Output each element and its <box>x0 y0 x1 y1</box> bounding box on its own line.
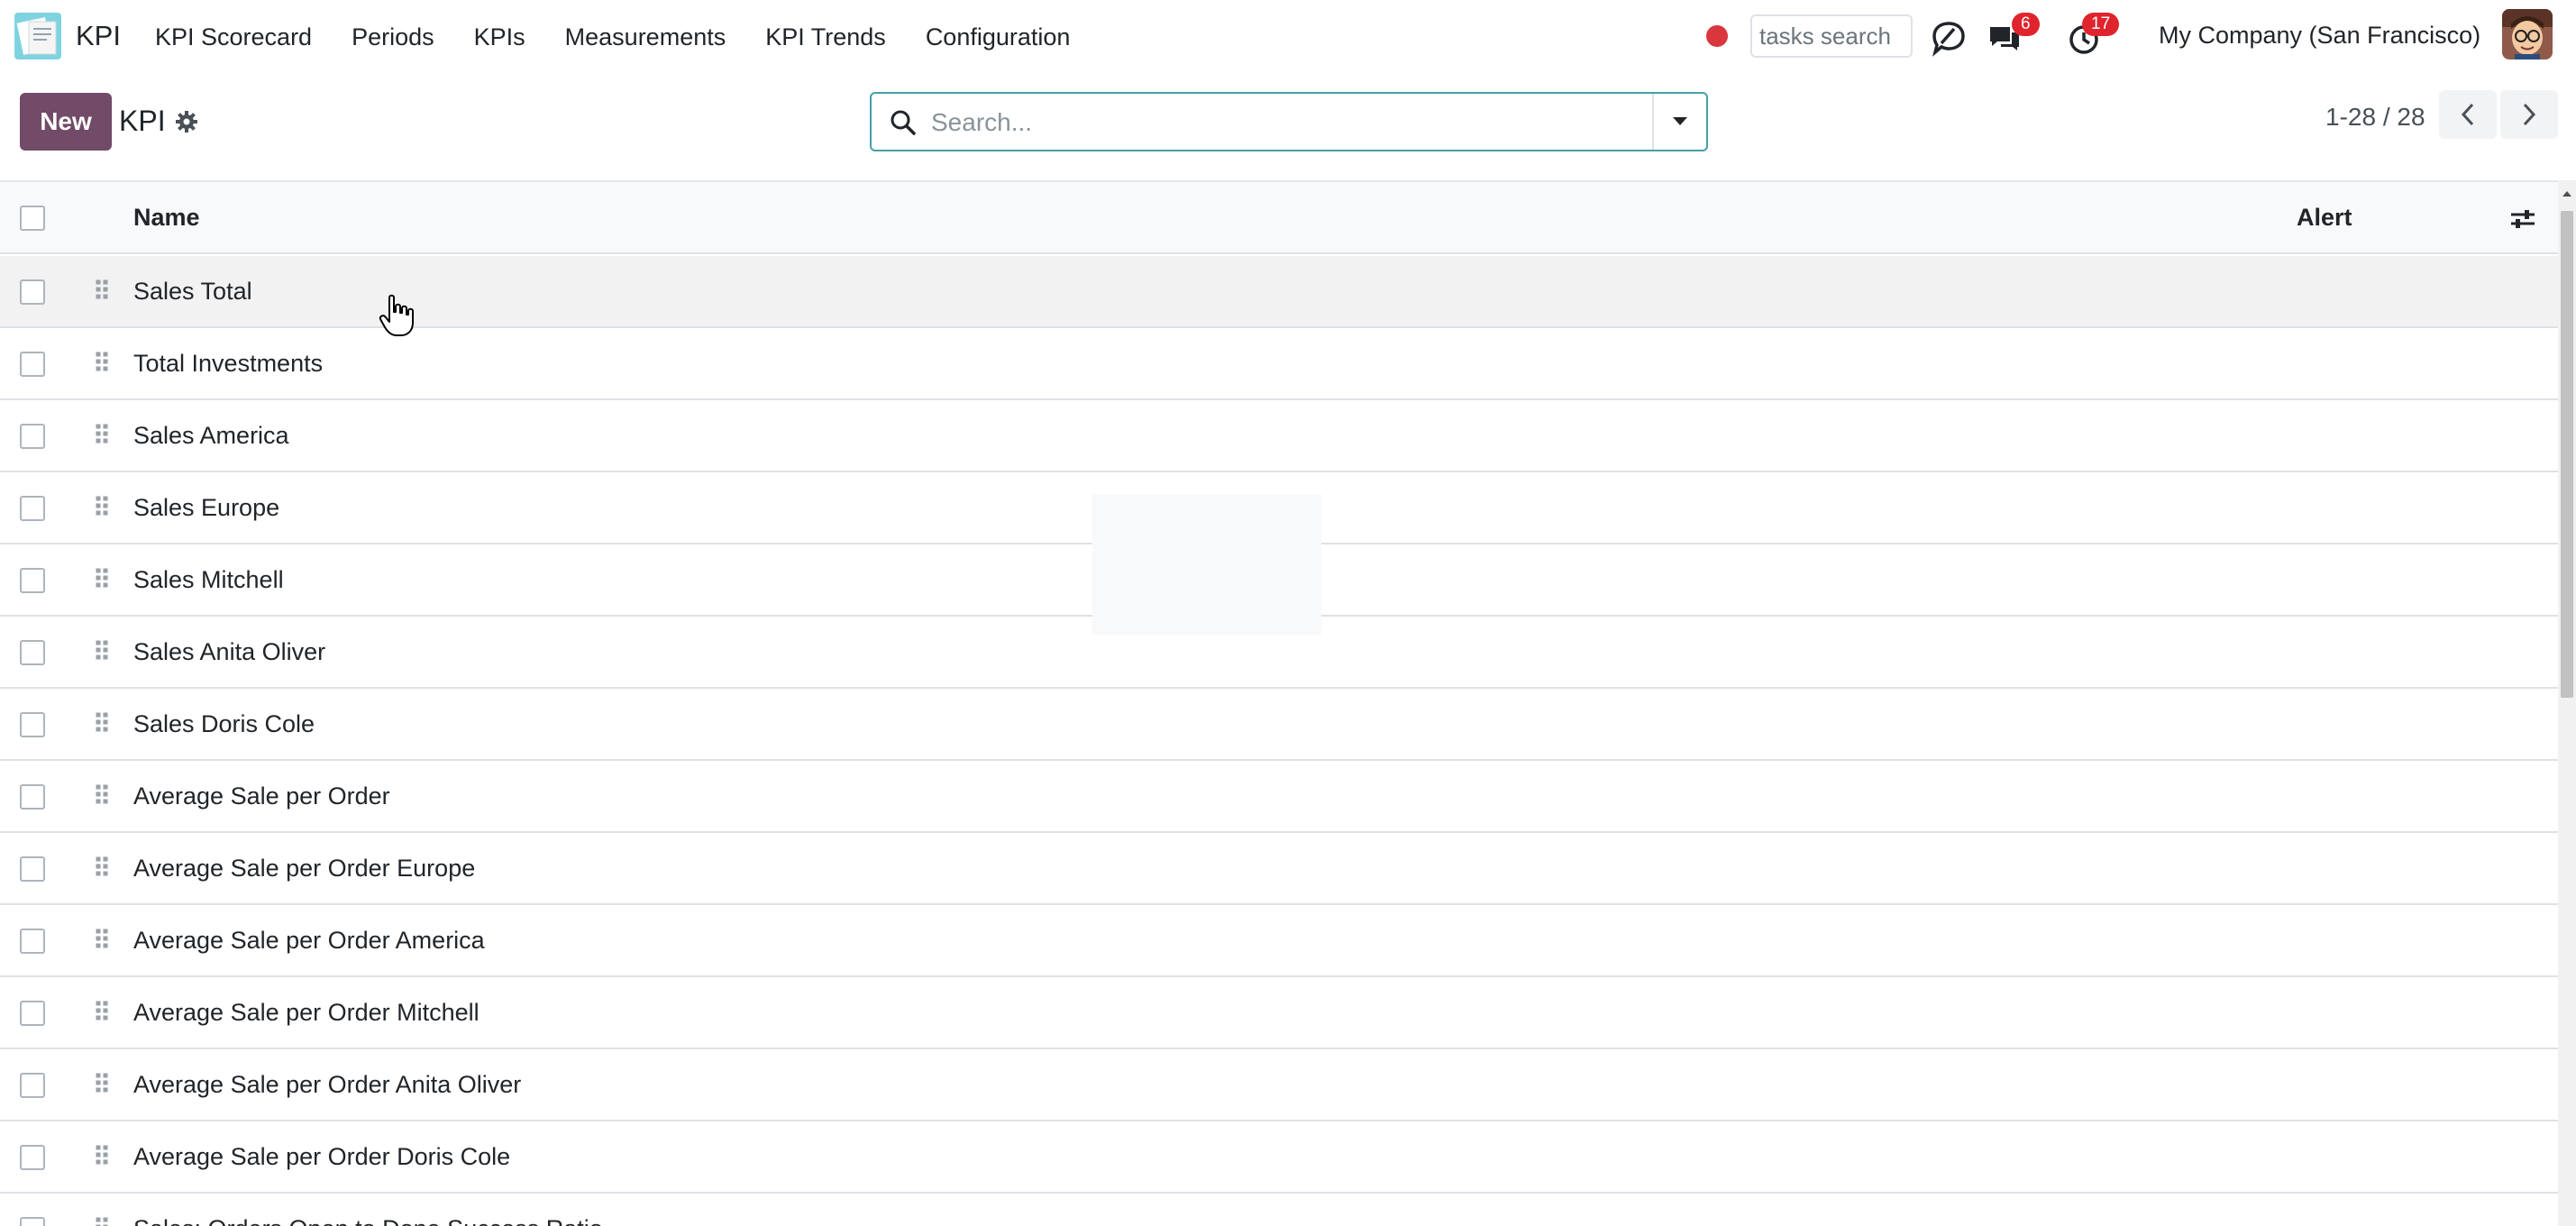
table-row[interactable]: Average Sale per Order Doris Cole <box>0 1121 2558 1194</box>
drag-handle-icon[interactable] <box>96 640 110 665</box>
kpi-list: Name Alert Sales Total Total Investments S… <box>0 180 2558 1226</box>
tasks-search-input[interactable] <box>1750 14 1913 58</box>
table-row[interactable]: Sales: Orders Open to Done Success Ratio <box>0 1194 2558 1226</box>
row-select-checkbox[interactable] <box>20 640 45 665</box>
row-select-checkbox[interactable] <box>20 1073 45 1098</box>
pager-value[interactable]: 1-28 / 28 <box>2325 103 2425 132</box>
row-name-cell[interactable]: Average Sale per Order Anita Oliver <box>133 1071 521 1099</box>
row-select-checkbox[interactable] <box>20 1217 45 1226</box>
app-root: KPI KPI Scorecard Periods KPIs Measureme… <box>0 0 2576 1226</box>
gear-icon[interactable] <box>174 109 199 134</box>
row-select-checkbox[interactable] <box>20 856 45 882</box>
drag-handle-icon[interactable] <box>96 1145 110 1170</box>
menu-periods[interactable]: Periods <box>352 23 434 51</box>
table-row[interactable]: Sales Doris Cole <box>0 689 2558 761</box>
drag-handle-icon[interactable] <box>96 279 110 305</box>
row-name-cell[interactable]: Sales Anita Oliver <box>133 638 325 666</box>
chevron-left-icon <box>2461 103 2474 126</box>
discuss-icon[interactable] <box>1929 18 1969 58</box>
row-select-checkbox[interactable] <box>20 1145 45 1170</box>
optional-columns-icon[interactable] <box>2509 206 2536 233</box>
menu-configuration[interactable]: Configuration <box>926 23 1071 51</box>
drag-handle-icon[interactable] <box>96 352 110 377</box>
drag-handle-icon[interactable] <box>96 1217 110 1226</box>
column-header-name[interactable]: Name <box>133 204 200 232</box>
column-header-alert[interactable]: Alert <box>2297 204 2352 232</box>
record-dot-icon[interactable] <box>1706 25 1728 47</box>
drag-handle-icon[interactable] <box>96 784 110 810</box>
drag-ghost <box>1092 494 1321 635</box>
vertical-scrollbar[interactable] <box>2558 180 2576 1226</box>
menu-measurements[interactable]: Measurements <box>565 23 726 51</box>
caret-down-icon <box>1673 117 1687 125</box>
row-select-checkbox[interactable] <box>20 1001 45 1026</box>
list-header: Name Alert <box>0 182 2558 254</box>
drag-handle-icon[interactable] <box>96 712 110 737</box>
select-all-checkbox[interactable] <box>20 206 45 231</box>
table-row[interactable]: Average Sale per Order Europe <box>0 833 2558 905</box>
table-row[interactable]: Average Sale per Order Mitchell <box>0 977 2558 1049</box>
table-row[interactable]: Average Sale per Order Anita Oliver <box>0 1049 2558 1121</box>
activities-count-badge: 17 <box>2082 13 2120 36</box>
row-select-checkbox[interactable] <box>20 568 45 593</box>
new-record-button[interactable]: New <box>20 93 112 151</box>
table-row[interactable]: Total Investments <box>0 328 2558 400</box>
row-name-cell[interactable]: Average Sale per Order Europe <box>133 855 475 883</box>
pager-next-button[interactable] <box>2500 90 2558 139</box>
search-bar <box>870 92 1708 151</box>
menu-kpis[interactable]: KPIs <box>474 23 525 51</box>
row-name-cell[interactable]: Sales Europe <box>133 494 279 522</box>
row-select-checkbox[interactable] <box>20 929 45 954</box>
row-select-checkbox[interactable] <box>20 352 45 377</box>
row-select-checkbox[interactable] <box>20 784 45 810</box>
search-icon <box>891 110 916 135</box>
row-select-checkbox[interactable] <box>20 279 45 305</box>
drag-handle-icon[interactable] <box>96 424 110 449</box>
app-name[interactable]: KPI <box>76 20 121 52</box>
table-row[interactable]: Sales America <box>0 400 2558 472</box>
messages-count-badge: 6 <box>2012 13 2040 36</box>
drag-handle-icon[interactable] <box>96 496 110 521</box>
menu-kpi-trends[interactable]: KPI Trends <box>765 23 886 51</box>
row-name-cell[interactable]: Sales Total <box>133 278 252 306</box>
breadcrumb-title: KPI <box>119 105 166 137</box>
row-name-cell[interactable]: Average Sale per Order America <box>133 927 485 955</box>
scroll-up-arrow-icon[interactable] <box>2562 191 2571 197</box>
pager-previous-button[interactable] <box>2439 90 2497 139</box>
scrollbar-thumb[interactable] <box>2561 211 2573 698</box>
chevron-right-icon <box>2523 103 2536 126</box>
search-input[interactable] <box>931 103 1616 142</box>
drag-handle-icon[interactable] <box>96 1001 110 1026</box>
table-row[interactable]: Average Sale per Order <box>0 761 2558 833</box>
drag-handle-icon[interactable] <box>96 929 110 954</box>
row-select-checkbox[interactable] <box>20 424 45 449</box>
table-row[interactable]: Sales Total <box>0 256 2558 328</box>
kpi-app-logo-icon[interactable] <box>14 13 61 59</box>
menu-kpi-scorecard[interactable]: KPI Scorecard <box>155 23 312 51</box>
row-select-checkbox[interactable] <box>20 496 45 521</box>
row-name-cell[interactable]: Sales Mitchell <box>133 566 284 594</box>
user-avatar[interactable] <box>2502 9 2553 59</box>
row-name-cell[interactable]: Sales Doris Cole <box>133 710 315 738</box>
row-name-cell[interactable]: Total Investments <box>133 350 323 378</box>
top-navbar: KPI KPI Scorecard Periods KPIs Measureme… <box>0 0 2576 74</box>
drag-handle-icon[interactable] <box>96 856 110 882</box>
company-switcher[interactable]: My Company (San Francisco) <box>2159 22 2480 50</box>
row-name-cell[interactable]: Average Sale per Order Mitchell <box>133 999 480 1027</box>
row-name-cell[interactable]: Average Sale per Order Doris Cole <box>133 1143 510 1171</box>
row-name-cell[interactable]: Sales: Orders Open to Done Success Ratio <box>133 1215 603 1226</box>
row-name-cell[interactable]: Average Sale per Order <box>133 782 390 810</box>
table-row[interactable]: Average Sale per Order America <box>0 905 2558 977</box>
row-name-cell[interactable]: Sales America <box>133 422 289 450</box>
row-select-checkbox[interactable] <box>20 712 45 737</box>
drag-handle-icon[interactable] <box>96 1073 110 1098</box>
main-menu: KPI Scorecard Periods KPIs Measurements … <box>155 0 1110 74</box>
search-options-toggle[interactable] <box>1652 94 1706 150</box>
drag-handle-icon[interactable] <box>96 568 110 593</box>
